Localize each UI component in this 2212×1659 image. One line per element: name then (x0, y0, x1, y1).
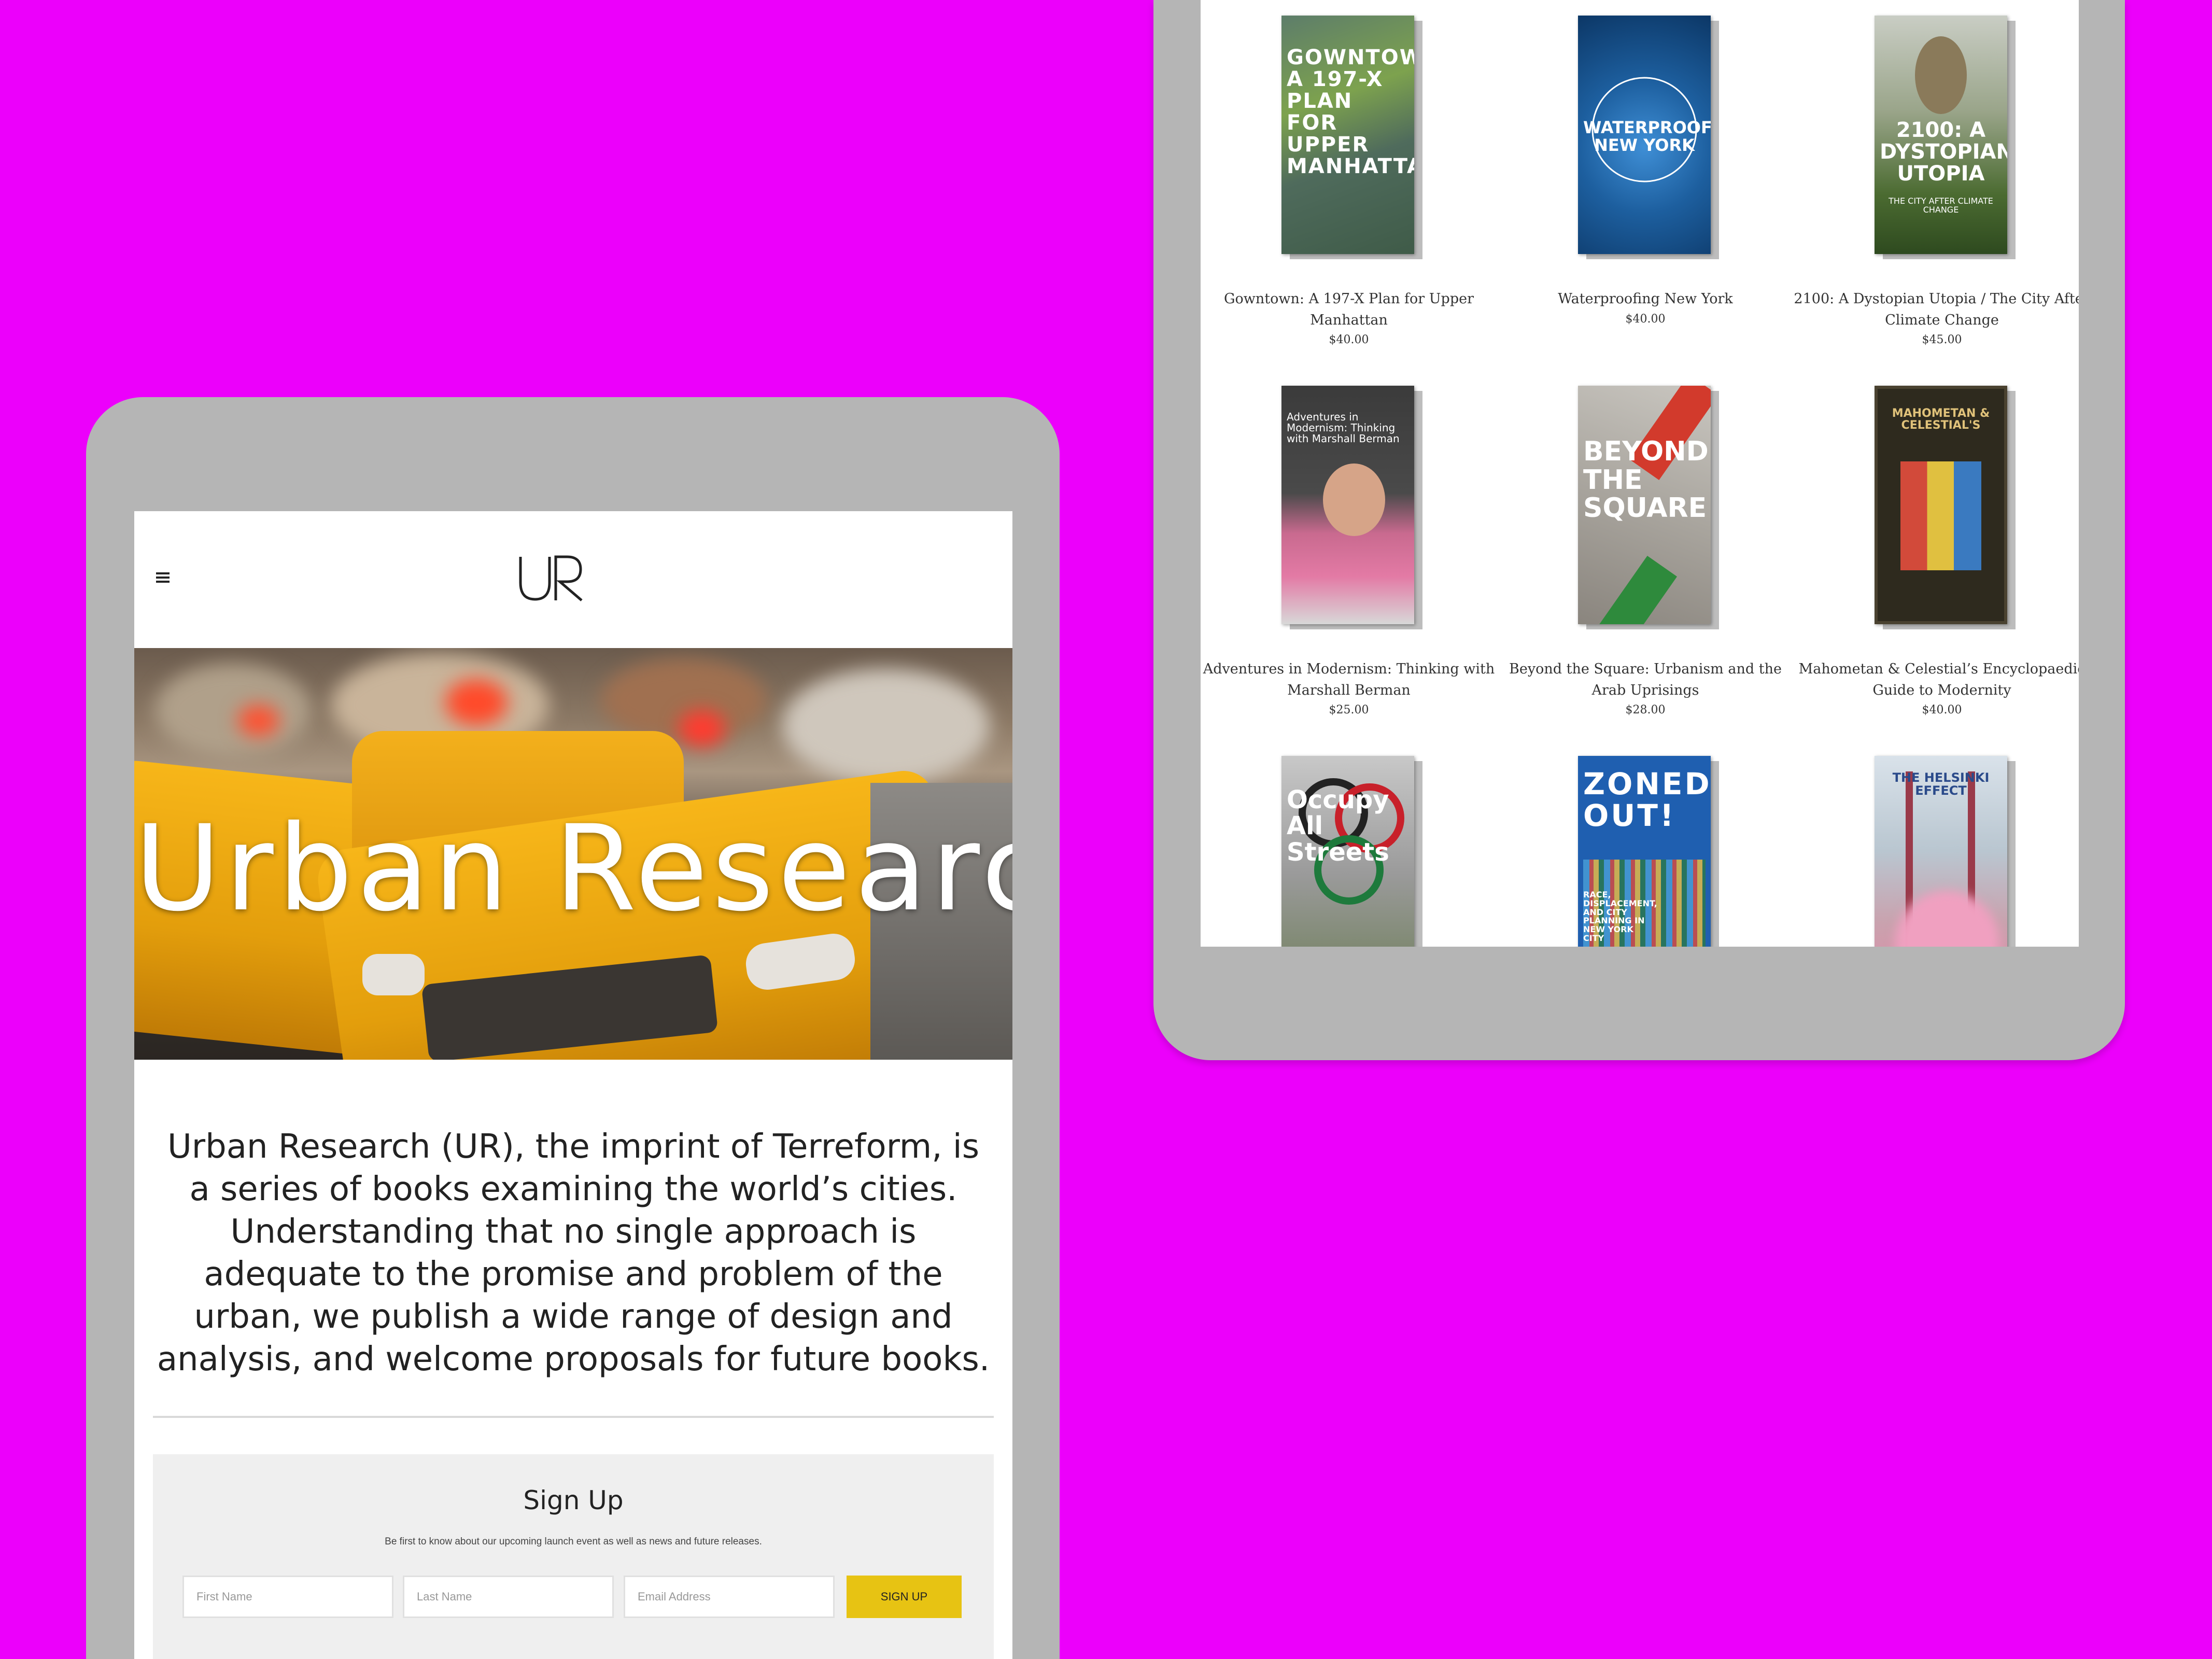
book-cover-text: WATERPROOFING NEW YORK (1583, 118, 1711, 155)
signup-subtitle: Be first to know about our upcoming laun… (385, 1536, 762, 1547)
book-price: $45.00 (1922, 333, 1962, 346)
book-cover: WATERPROOFING NEW YORK (1578, 16, 1711, 254)
book-title: 2100: A Dystopian Utopia / The City Afte… (1794, 291, 2079, 328)
book-cover-text: 2100: A DYSTOPIAN UTOPIA (1880, 118, 2007, 186)
hamburger-icon[interactable] (156, 572, 170, 585)
book-card[interactable]: 2100: A DYSTOPIAN UTOPIA THE CITY AFTER … (1794, 0, 2079, 346)
book-title: Beyond the Square: Urbanism and the Arab… (1509, 661, 1782, 698)
book-grid-screen: GOWNTOWN A 197-X PLAN FOR UPPER MANHATTA… (1201, 0, 2079, 947)
tablet-frame-right: GOWNTOWN A 197-X PLAN FOR UPPER MANHATTA… (1153, 0, 2125, 1060)
hero-banner: Urban Research (134, 648, 1012, 1060)
book-cover: GOWNTOWN A 197-X PLAN FOR UPPER MANHATTA… (1281, 16, 1414, 254)
book-title: Adventures in Modernism: Thinking with M… (1203, 661, 1495, 698)
book-cover: 2100: A DYSTOPIAN UTOPIA THE CITY AFTER … (1875, 16, 2007, 254)
book-cover: BEYOND THE SQUARE (1578, 386, 1711, 624)
book-cover-text: MAHOMETAN & CELESTIAL'S (1892, 407, 1990, 432)
homepage-screen: Urban Research Urban Research (UR), the … (134, 511, 1012, 1659)
book-card[interactable]: MAHOMETAN & CELESTIAL'S Mahometan & Cele… (1794, 370, 2079, 716)
book-price: $28.00 (1625, 704, 1666, 716)
signup-button[interactable]: SIGN UP (847, 1576, 962, 1618)
book-card[interactable]: ZONED OUT! RACE, DISPLACEMENT, AND CITY … (1497, 740, 1794, 947)
last-name-input[interactable] (403, 1576, 614, 1618)
book-cover-text: BEYOND THE SQUARE (1583, 436, 1709, 524)
hero-title: Urban Research (134, 799, 1012, 937)
book-price: $40.00 (1922, 704, 1962, 716)
book-cover-text: THE HELSINKI EFFECT (1892, 770, 1990, 798)
book-cover-text: ZONED OUT! (1583, 766, 1711, 833)
signup-title: Sign Up (523, 1485, 624, 1515)
book-cover: Adventures in Modernism: Thinking with M… (1281, 386, 1414, 624)
book-card[interactable]: WATERPROOFING NEW YORK Waterproofing New… (1497, 0, 1794, 337)
book-card[interactable]: THE HELSINKI EFFECT (1794, 740, 2079, 947)
first-name-input[interactable] (182, 1576, 393, 1618)
book-cover-subtext: THE CITY AFTER CLIMATE CHANGE (1889, 196, 1993, 215)
book-cover-subtext: RACE, DISPLACEMENT, AND CITY PLANNING IN… (1583, 890, 1657, 943)
book-cover: Occupy All Streets (1281, 756, 1414, 947)
book-cover: ZONED OUT! RACE, DISPLACEMENT, AND CITY … (1578, 756, 1711, 947)
book-price: $25.00 (1329, 704, 1369, 716)
book-price: $40.00 (1329, 333, 1369, 346)
ur-logo[interactable] (515, 553, 588, 604)
book-cover-text: Adventures in Modernism: Thinking with M… (1287, 411, 1400, 445)
book-cover-text: Occupy All Streets (1287, 785, 1389, 867)
book-title: Gowntown: A 197-X Plan for Upper Manhatt… (1223, 291, 1474, 328)
signup-section: Sign Up Be first to know about our upcom… (153, 1454, 994, 1659)
section-divider (153, 1416, 994, 1418)
book-card[interactable]: Occupy All Streets (1201, 740, 1497, 947)
about-text: Urban Research (UR), the imprint of Terr… (157, 1128, 990, 1379)
book-card[interactable]: Adventures in Modernism: Thinking with M… (1201, 370, 1497, 716)
site-header (134, 511, 1012, 648)
book-cover-text: GOWNTOWN A 197-X PLAN FOR UPPER MANHATTA… (1287, 46, 1414, 178)
book-cover: THE HELSINKI EFFECT (1875, 756, 2007, 947)
book-card[interactable]: BEYOND THE SQUARE Beyond the Square: Urb… (1497, 370, 1794, 716)
book-cover: MAHOMETAN & CELESTIAL'S (1875, 386, 2007, 624)
book-price: $40.00 (1625, 313, 1666, 326)
email-input[interactable] (624, 1576, 835, 1618)
book-card[interactable]: GOWNTOWN A 197-X PLAN FOR UPPER MANHATTA… (1201, 0, 1497, 346)
book-title: Waterproofing New York (1558, 291, 1733, 307)
tablet-frame-left: Urban Research Urban Research (UR), the … (86, 397, 1060, 1659)
book-title: Mahometan & Celestial’s Encyclopaedic Gu… (1798, 661, 2079, 698)
